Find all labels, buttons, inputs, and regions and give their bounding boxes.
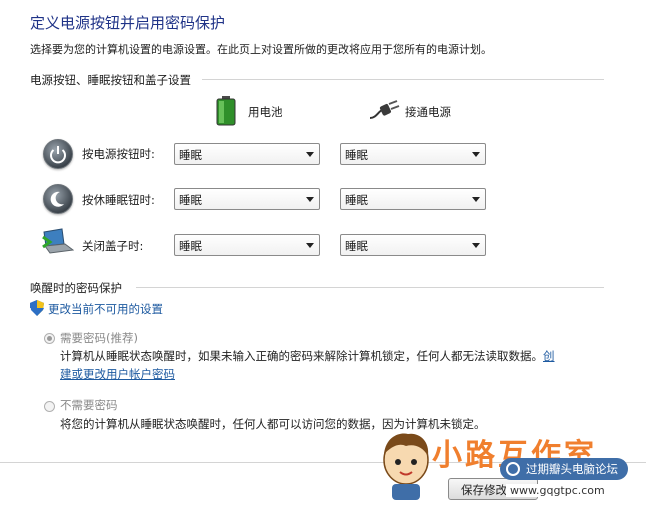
column-header-battery: 用电池 xyxy=(248,105,283,119)
no-password-label: 不需要密码 xyxy=(60,398,118,412)
page-title: 定义电源按钮并启用密码保护 xyxy=(30,14,226,32)
password-section-header: 唤醒时的密码保护 xyxy=(30,281,122,295)
lid-battery-select[interactable]: 睡眠 xyxy=(174,234,320,256)
laptop-lid-icon xyxy=(40,228,75,254)
column-header-ac: 接通电源 xyxy=(405,105,451,119)
require-password-radio[interactable] xyxy=(44,333,55,344)
no-password-radio[interactable] xyxy=(44,401,55,412)
row-label-lid: 关闭盖子时: xyxy=(82,239,144,253)
select-value: 睡眠 xyxy=(345,239,368,253)
sleep-button-ac-select[interactable]: 睡眠 xyxy=(340,188,486,210)
power-button-icon xyxy=(43,139,73,169)
lid-ac-select[interactable]: 睡眠 xyxy=(340,234,486,256)
uac-shield-icon xyxy=(30,300,44,316)
power-button-battery-select[interactable]: 睡眠 xyxy=(174,143,320,165)
chevron-down-icon xyxy=(306,197,314,202)
password-section-divider xyxy=(136,287,604,288)
chevron-down-icon xyxy=(306,243,314,248)
page-subtitle: 选择要为您的计算机设置的电源设置。在此页上对设置所做的更改将应用于您所有的电源计… xyxy=(30,43,492,56)
power-plug-icon xyxy=(368,100,400,122)
watermark-url: www.gqgtpc.com xyxy=(506,484,609,497)
require-password-desc: 计算机从睡眠状态唤醒时，如果未输入正确的密码来解除计算机锁定，任何人都无法读取数… xyxy=(60,348,555,364)
require-password-desc-text: 计算机从睡眠状态唤醒时，如果未输入正确的密码来解除计算机锁定，任何人都无法读取数… xyxy=(60,349,543,363)
mascot-watermark xyxy=(378,428,434,502)
create-password-link[interactable]: 建或更改用户帐户密码 xyxy=(60,366,175,382)
sleep-button-icon xyxy=(43,184,73,214)
row-label-sleep-button: 按休睡眠钮时: xyxy=(82,193,155,207)
chevron-down-icon xyxy=(472,152,480,157)
select-value: 睡眠 xyxy=(179,239,202,253)
select-value: 睡眠 xyxy=(179,193,202,207)
sleep-button-battery-select[interactable]: 睡眠 xyxy=(174,188,320,210)
row-label-power-button: 按电源按钮时: xyxy=(82,147,155,161)
battery-icon xyxy=(216,96,236,126)
chevron-down-icon xyxy=(472,243,480,248)
watermark-badge-text: 过期瓣头电脑论坛 xyxy=(526,462,618,476)
power-button-ac-select[interactable]: 睡眠 xyxy=(340,143,486,165)
watermark-logo-icon xyxy=(506,462,520,476)
select-value: 睡眠 xyxy=(345,193,368,207)
save-changes-label: 保存修改 xyxy=(461,483,507,497)
require-password-label: 需要密码(推荐) xyxy=(60,331,138,345)
watermark-badge: 过期瓣头电脑论坛 xyxy=(500,458,628,480)
power-section-header: 电源按钮、睡眠按钮和盖子设置 xyxy=(30,73,191,87)
select-value: 睡眠 xyxy=(345,148,368,162)
create-password-link-part1[interactable]: 创 xyxy=(543,349,555,363)
select-value: 睡眠 xyxy=(179,148,202,162)
chevron-down-icon xyxy=(306,152,314,157)
chevron-down-icon xyxy=(472,197,480,202)
power-section-divider xyxy=(202,79,604,80)
change-unavailable-settings-link[interactable]: 更改当前不可用的设置 xyxy=(48,301,163,317)
